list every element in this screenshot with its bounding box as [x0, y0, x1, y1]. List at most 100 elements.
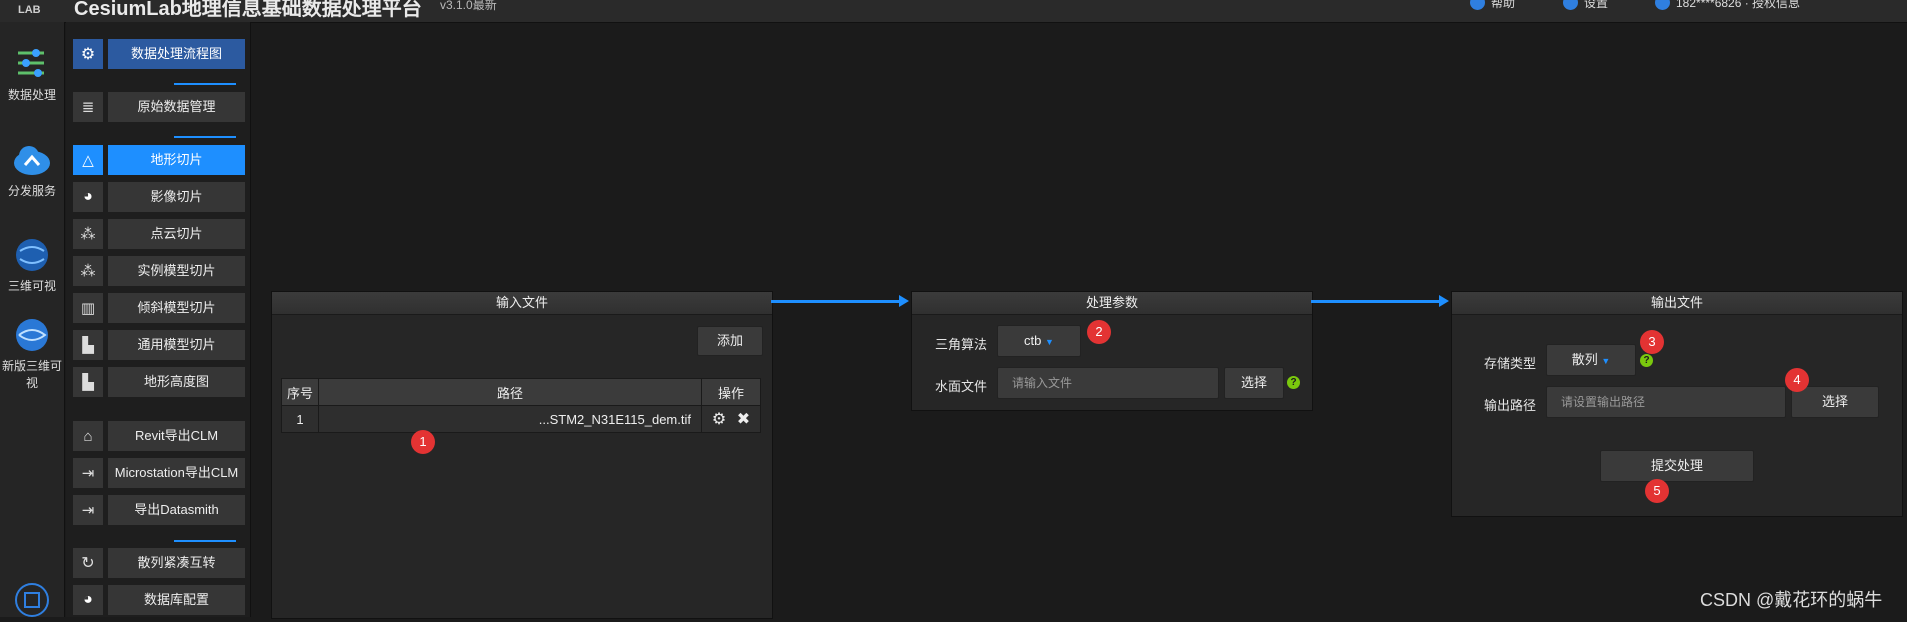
- earthsdk-globe-icon: [12, 237, 52, 273]
- gear-icon: [1563, 0, 1578, 10]
- help-icon: [1470, 0, 1485, 10]
- app-title: CesiumLab地理信息基础数据处理平台: [74, 0, 422, 20]
- chevron-down-icon: ▼: [1601, 356, 1611, 366]
- nav-label: 新版三维可视: [1, 359, 62, 390]
- water-file-input[interactable]: 请输入文件: [997, 367, 1219, 399]
- menu-label: 倾斜模型切片: [108, 293, 245, 323]
- nav-extra[interactable]: [0, 582, 64, 622]
- image-globe-icon: ◕: [73, 182, 103, 212]
- step-badge-2: 2: [1087, 320, 1111, 344]
- database-globe-icon: ◕: [73, 585, 103, 615]
- output-path-input[interactable]: 请设置输出路径: [1546, 386, 1786, 418]
- settings-menu[interactable]: 设置: [1563, 0, 1608, 11]
- params-panel: 处理参数 三角算法 ctb ▼ 水面文件 请输入文件 选择 ?: [911, 291, 1313, 411]
- output-file-panel: 输出文件 存储类型 散列 ▼ ? 输出路径 请设置输出路径 选择 提交处理: [1451, 291, 1903, 517]
- nav-distribution[interactable]: 分发服务: [0, 142, 64, 199]
- nav-label: 分发服务: [7, 184, 56, 198]
- menu-item-raw-data[interactable]: ≣ 原始数据管理: [73, 92, 245, 122]
- help-label: 帮助: [1491, 0, 1516, 10]
- terrain-icon: △: [73, 145, 103, 175]
- cloud-service-icon: [12, 142, 52, 178]
- menu-item-convert[interactable]: ↻ 散列紧凑互转: [73, 548, 245, 578]
- panel-title: 输出文件: [1452, 292, 1902, 315]
- gear-icon[interactable]: ⚙: [712, 411, 726, 428]
- settings-label: 设置: [1584, 0, 1609, 10]
- user-icon: [1655, 0, 1670, 10]
- step-badge-5: 5: [1645, 479, 1669, 503]
- close-icon[interactable]: ✖: [737, 411, 750, 428]
- menu-label: 地形切片: [108, 145, 245, 175]
- menu-label: 实例模型切片: [108, 256, 245, 286]
- flow-arrow-2: [1311, 295, 1449, 307]
- menu-item-microstation[interactable]: ⇥ Microstation导出CLM: [73, 458, 245, 488]
- menu-label: 数据处理流程图: [108, 39, 245, 69]
- row-index: 1: [281, 405, 319, 433]
- menu-item-height-map[interactable]: ▙ 地形高度图: [73, 367, 245, 397]
- puzzle-icon: [12, 582, 52, 618]
- menu-item-revit[interactable]: ⌂ Revit导出CLM: [73, 421, 245, 451]
- watermark: CSDN @戴花环的蜗牛: [1700, 590, 1883, 610]
- menu-label: 导出Datasmith: [108, 495, 245, 525]
- instance-model-icon: ⁂: [73, 256, 103, 286]
- divider: [174, 136, 236, 138]
- convert-icon: ↻: [73, 548, 103, 578]
- storage-type-select[interactable]: 散列 ▼: [1546, 344, 1636, 376]
- new-earth-globe-icon: [12, 317, 52, 353]
- help-icon[interactable]: ?: [1287, 376, 1300, 389]
- menu-label: 地形高度图: [108, 367, 245, 397]
- export-icon: ⇥: [73, 495, 103, 525]
- oblique-model-icon: ▥: [73, 293, 103, 323]
- revit-icon: ⌂: [73, 421, 103, 451]
- divider: [174, 540, 236, 542]
- app-header: LAB CesiumLab地理信息基础数据处理平台 v3.1.0最新 帮助 设置…: [0, 0, 1907, 23]
- table-row[interactable]: 1 ...STM2_N31E115_dem.tif ⚙ ✖: [281, 405, 761, 433]
- left-nav: 数据处理 分发服务 三维可视 新版三维可视: [0, 22, 65, 617]
- export-icon: ⇥: [73, 458, 103, 488]
- table-header-row: 序号 路径 操作: [281, 378, 761, 406]
- chevron-down-icon: ▼: [1045, 337, 1054, 347]
- user-menu[interactable]: 182****6826 · 授权信息: [1655, 0, 1800, 11]
- menu-item-point-cloud[interactable]: ⁂ 点云切片: [73, 219, 245, 249]
- menu-label: Revit导出CLM: [108, 421, 245, 451]
- panel-title: 输入文件: [272, 292, 772, 315]
- menu-label: 点云切片: [108, 219, 245, 249]
- menu-label: 影像切片: [108, 182, 245, 212]
- choose-output-path-button[interactable]: 选择: [1791, 386, 1879, 418]
- menu-label: 数据库配置: [108, 585, 245, 615]
- nav-new-3d-view[interactable]: 新版三维可视: [0, 317, 64, 391]
- help-icon[interactable]: ?: [1640, 354, 1653, 367]
- menu-item-general-model[interactable]: ▙ 通用模型切片: [73, 330, 245, 360]
- nav-label: 数据处理: [7, 88, 56, 102]
- menu-label: 原始数据管理: [108, 92, 245, 122]
- app-version: v3.1.0最新: [440, 0, 497, 12]
- choose-water-file-button[interactable]: 选择: [1224, 367, 1284, 399]
- water-file-label: 水面文件: [935, 379, 988, 394]
- height-map-icon: ▙: [73, 367, 103, 397]
- menu-item-instance-model[interactable]: ⁂ 实例模型切片: [73, 256, 245, 286]
- triangle-algorithm-label: 三角算法: [935, 337, 988, 352]
- nav-data-processing[interactable]: 数据处理: [0, 46, 64, 103]
- menu-item-datasmith[interactable]: ⇥ 导出Datasmith: [73, 495, 245, 525]
- menu-item-imagery[interactable]: ◕ 影像切片: [73, 182, 245, 212]
- help-menu[interactable]: 帮助: [1470, 0, 1515, 11]
- menu-label: 通用模型切片: [108, 330, 245, 360]
- add-file-button[interactable]: 添加: [697, 326, 763, 356]
- nav-3d-view[interactable]: 三维可视: [0, 237, 64, 294]
- building-icon: ▙: [73, 330, 103, 360]
- column-header: 序号: [281, 378, 319, 406]
- menu-item-terrain[interactable]: △ 地形切片: [73, 145, 245, 175]
- input-file-panel: 输入文件 添加 序号 路径 操作 1 ...STM2_N31E115_dem.t…: [271, 291, 773, 619]
- submit-button[interactable]: 提交处理: [1600, 450, 1754, 482]
- menu-item-oblique-model[interactable]: ▥ 倾斜模型切片: [73, 293, 245, 323]
- menu-item-database[interactable]: ◕ 数据库配置: [73, 585, 245, 615]
- row-path: ...STM2_N31E115_dem.tif: [318, 405, 702, 433]
- triangle-algorithm-select[interactable]: ctb ▼: [997, 325, 1081, 357]
- step-badge-1: 1: [411, 430, 435, 454]
- input-file-table: 序号 路径 操作 1 ...STM2_N31E115_dem.tif ⚙ ✖: [281, 378, 761, 433]
- step-badge-3: 3: [1640, 330, 1664, 354]
- menu-item-flowchart[interactable]: ⚙ 数据处理流程图: [73, 39, 245, 69]
- menu-label: Microstation导出CLM: [108, 458, 245, 488]
- divider: [174, 83, 236, 85]
- output-path-label: 输出路径: [1484, 398, 1537, 413]
- column-header: 路径: [318, 378, 702, 406]
